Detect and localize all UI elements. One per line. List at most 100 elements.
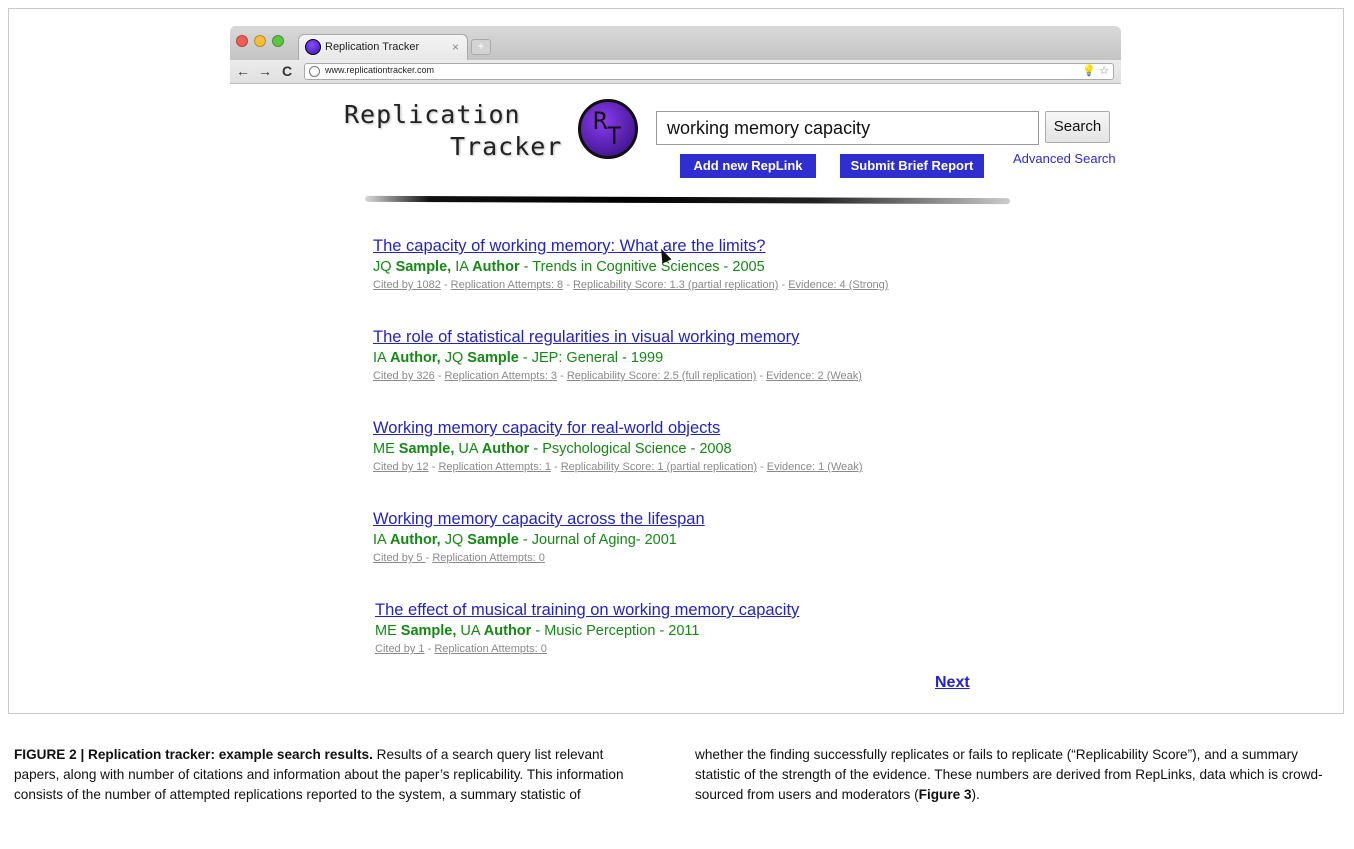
meta-separator: - [756, 461, 767, 473]
result-venue: - Trends in Cognitive Sciences - 2005 [519, 259, 765, 275]
figure-caption-end: ). [971, 787, 980, 802]
add-replink-button[interactable]: Add new RepLink [680, 154, 816, 178]
replication-attempts-link[interactable]: Replication Attempts: 0 [434, 643, 547, 655]
tab-title: Replication Tracker [325, 41, 420, 53]
address-bar[interactable]: www.replicationtracker.com 💡 ☆ [304, 63, 1114, 80]
author-initials: IA [373, 350, 386, 366]
close-window-icon[interactable] [236, 35, 248, 47]
result-venue: - JEP: General - 1999 [518, 350, 664, 366]
replication-attempts-link[interactable]: Replication Attempts: 1 [438, 461, 551, 473]
result-item: The effect of musical training on workin… [375, 601, 1075, 655]
result-meta: Cited by 1 - Replication Attempts: 0 [375, 643, 1075, 655]
tab-close-icon[interactable]: × [452, 40, 459, 54]
result-title-link[interactable]: The effect of musical training on workin… [375, 601, 1075, 620]
author-initials: IA [373, 532, 386, 548]
figure-caption-label: FIGURE 2 | Replication tracker: example … [14, 747, 373, 762]
replicability-score-link[interactable]: Replicability Score: 2.5 (full replicati… [567, 370, 757, 382]
author-initials: UA [458, 441, 478, 457]
evidence-link[interactable]: Evidence: 4 (Strong) [788, 279, 888, 291]
meta-separator: - [424, 643, 435, 655]
author-name: Author, [389, 532, 441, 548]
meta-separator: - [756, 370, 767, 382]
meta-separator: - [778, 279, 789, 291]
meta-separator: - [550, 461, 561, 473]
back-arrow-icon[interactable]: ← [236, 63, 250, 79]
author-initials: UA [460, 623, 480, 639]
browser-toolbar: ← → C www.replicationtracker.com 💡 ☆ [230, 60, 1121, 84]
browser-tab[interactable]: Replication Tracker × [298, 34, 468, 60]
logo-badge-r: R [593, 107, 608, 135]
figure-caption-text: whether the finding successfully replica… [695, 747, 1323, 802]
author-name: Sample, [398, 441, 455, 457]
result-authors: IA Author, JQ Sample - Journal of Aging-… [373, 532, 1073, 548]
figure-reference: Figure 3 [918, 787, 972, 802]
meta-separator: - [557, 370, 567, 382]
replication-attempts-link[interactable]: Replication Attempts: 3 [445, 370, 558, 382]
author-name: Sample [467, 350, 519, 366]
author-initials: JQ [373, 259, 392, 275]
logo-text-tracker: Tracker [450, 132, 563, 161]
author-name: Sample, [395, 259, 452, 275]
replication-attempts-link[interactable]: Replication Attempts: 0 [432, 552, 545, 564]
author-name: Sample [467, 532, 519, 548]
result-item: The role of statistical regularities in … [373, 328, 1073, 382]
result-venue: - Psychological Science - 2008 [529, 441, 732, 457]
result-meta: Cited by 1082 - Replication Attempts: 8 … [373, 279, 1073, 291]
result-authors: ME Sample, UA Author - Psychological Sci… [373, 441, 1073, 457]
window-controls [236, 35, 284, 47]
meta-separator: - [440, 279, 451, 291]
cited-by-link[interactable]: Cited by 5 [373, 552, 426, 564]
meta-separator: - [563, 279, 573, 291]
cited-by-link[interactable]: Cited by 12 [373, 461, 429, 473]
cited-by-link[interactable]: Cited by 1082 [373, 279, 441, 291]
result-authors: IA Author, JQ Sample - JEP: General - 19… [373, 350, 1073, 366]
rt-logo-icon: R T [578, 99, 638, 159]
zoom-window-icon[interactable] [272, 35, 284, 47]
result-meta: Cited by 12 - Replication Attempts: 1 - … [373, 461, 1073, 473]
cited-by-link[interactable]: Cited by 1 [375, 643, 425, 655]
tab-strip: Replication Tracker × + [230, 26, 1121, 60]
author-initials: IA [455, 259, 469, 275]
cited-by-link[interactable]: Cited by 326 [373, 370, 435, 382]
forward-arrow-icon[interactable]: → [258, 63, 272, 79]
result-title-link[interactable]: The capacity of working memory: What are… [373, 237, 1073, 256]
result-venue: - Music Perception - 2011 [531, 623, 700, 639]
search-input[interactable] [656, 111, 1039, 145]
next-page-link[interactable]: Next [935, 674, 970, 692]
figure-caption-left: FIGURE 2 | Replication tracker: example … [14, 745, 624, 805]
meta-separator: - [428, 461, 439, 473]
result-title-link[interactable]: Working memory capacity for real-world o… [373, 419, 1073, 438]
reload-icon[interactable]: C [282, 63, 292, 79]
result-venue: - Journal of Aging- 2001 [518, 532, 677, 548]
author-name: Author [481, 441, 530, 457]
result-title-link[interactable]: The role of statistical regularities in … [373, 328, 1073, 347]
figure-caption-right: whether the finding successfully replica… [695, 745, 1325, 805]
author-initials: JQ [444, 350, 464, 366]
result-authors: JQ Sample, IA Author - Trends in Cogniti… [373, 259, 1073, 275]
result-meta: Cited by 5 - Replication Attempts: 0 [373, 552, 1073, 564]
author-initials: ME [373, 441, 395, 457]
replicability-score-link[interactable]: Replicability Score: 1 (partial replicat… [561, 461, 757, 473]
author-name: Sample, [400, 623, 457, 639]
minimize-window-icon[interactable] [254, 35, 266, 47]
search-button[interactable]: Search [1045, 111, 1110, 143]
submit-brief-report-button[interactable]: Submit Brief Report [840, 154, 984, 178]
logo-text-replication: Replication [344, 100, 521, 129]
meta-separator: - [434, 370, 445, 382]
advanced-search-link[interactable]: Advanced Search [1013, 151, 1116, 166]
bookmark-star-icon[interactable]: 💡 ☆ [1082, 64, 1109, 77]
browser-window: Replication Tracker × + ← → C www.replic… [230, 26, 1121, 84]
replicability-score-link[interactable]: Replicability Score: 1.3 (partial replic… [573, 279, 778, 291]
address-url[interactable]: www.replicationtracker.com [325, 65, 434, 75]
author-name: Author [483, 623, 532, 639]
replication-attempts-link[interactable]: Replication Attempts: 8 [451, 279, 564, 291]
author-initials: JQ [444, 532, 464, 548]
author-name: Author, [389, 350, 441, 366]
evidence-link[interactable]: Evidence: 2 (Weak) [766, 370, 862, 382]
result-item: Working memory capacity across the lifes… [373, 510, 1073, 564]
result-title-link[interactable]: Working memory capacity across the lifes… [373, 510, 1073, 529]
new-tab-button[interactable]: + [471, 39, 491, 55]
result-authors: ME Sample, UA Author - Music Perception … [375, 623, 1075, 639]
evidence-link[interactable]: Evidence: 1 (Weak) [767, 461, 863, 473]
logo-badge-t: T [607, 122, 622, 150]
